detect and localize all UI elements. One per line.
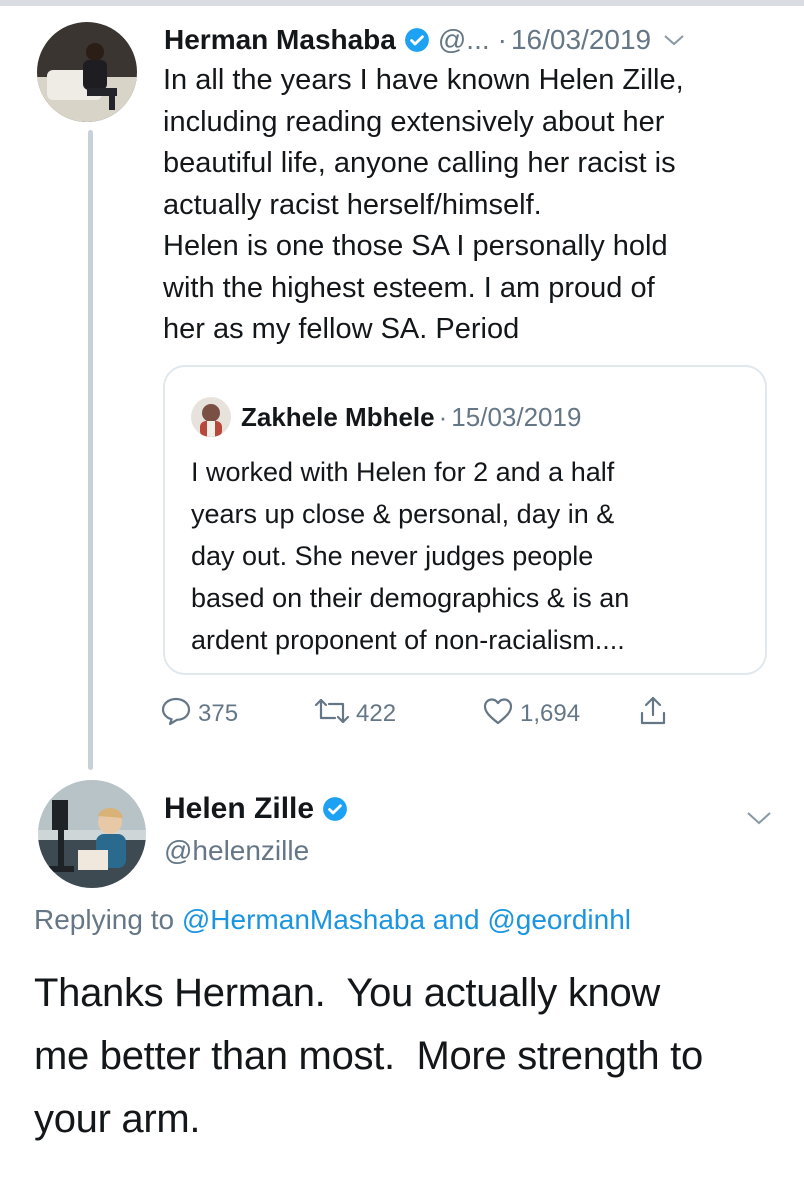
share-button[interactable] [638, 694, 674, 734]
tweet-text-line: In all the years I have known Helen Zill… [163, 64, 684, 96]
like-count: 1,694 [520, 700, 581, 727]
tweet-text-line: with the highest esteem. I am proud of [163, 271, 655, 304]
quoted-text-line: day out. She never judges people [191, 541, 594, 571]
retweet-button[interactable]: 422 [314, 694, 396, 734]
reply-author-handle[interactable]: @helenzille [164, 835, 309, 867]
reply-button[interactable]: 375 [160, 694, 238, 734]
reply-author-name[interactable]: Helen Zille [164, 792, 314, 826]
separator-dot: · [497, 24, 507, 55]
chevron-down-icon[interactable] [663, 33, 685, 47]
author-name[interactable]: Herman Mashaba [164, 24, 396, 56]
retweet-count: 422 [356, 700, 397, 727]
tweet-text-line: Helen is one those SA I personally hold [163, 230, 668, 262]
quoted-author-name: Zakhele Mbhele [241, 401, 435, 432]
quoted-text-line: ardent proponent of non-racialism.... [191, 625, 625, 655]
tweet-text-line: actually racist herself/himself. [163, 188, 542, 221]
tweet-text: In all the years I have known Helen Zill… [163, 60, 783, 351]
quoted-tweet-header: Zakhele Mbhele · 15/03/2019 [191, 397, 581, 437]
tweet-header: Herman Mashaba @... · 16/03/2019 [164, 20, 784, 60]
tweet-date[interactable]: 16/03/2019 [511, 24, 651, 56]
avatar-zakhele-mbhele [191, 397, 231, 437]
avatar-helen-zille[interactable] [38, 780, 146, 888]
reply-count: 375 [198, 700, 239, 727]
quoted-text-line: based on their demographics & is an [191, 583, 630, 613]
separator-dot: · [438, 401, 448, 432]
quoted-tweet-date: 15/03/2019 [451, 401, 582, 432]
top-edge [0, 0, 804, 6]
reply-text-line: me better than most. More strength to [34, 1034, 703, 1078]
reply-icon [160, 696, 198, 733]
quoted-text-line: I worked with Helen for 2 and a half [191, 457, 615, 487]
replying-to: Replying to @HermanMashaba and @geordinh… [34, 904, 631, 936]
replying-user-link[interactable]: @geordinhl [487, 904, 631, 935]
reply-text-line: your arm. [34, 1097, 201, 1141]
author-handle[interactable]: @... [438, 24, 490, 56]
quoted-text-line: years up close & personal, day in & [191, 499, 615, 529]
thread-connector-line [88, 130, 93, 770]
quoted-tweet-text: I worked with Helen for 2 and a half yea… [191, 451, 751, 661]
like-button[interactable]: 1,694 [482, 694, 580, 734]
chevron-down-icon[interactable] [746, 810, 772, 826]
verified-badge-icon [322, 796, 348, 822]
tweet-actions: 375 422 1,694 [160, 694, 700, 734]
reply-header: Helen Zille [164, 792, 348, 826]
heart-icon [482, 696, 520, 733]
replying-and: and [432, 904, 480, 935]
tweet-text-line: including reading extensively about her [163, 105, 665, 138]
share-icon [638, 695, 674, 734]
avatar-herman-mashaba[interactable] [37, 22, 137, 122]
reply-text-line: Thanks Herman. You actually know [34, 971, 660, 1015]
replying-prefix: Replying to [34, 904, 175, 935]
retweet-icon [314, 696, 356, 733]
quoted-tweet-card[interactable]: Zakhele Mbhele · 15/03/2019 I worked wit… [163, 365, 767, 675]
tweet-text-line: beautiful life, anyone calling her racis… [163, 147, 676, 179]
verified-badge-icon [404, 27, 430, 53]
tweet-text-line: her as my fellow SA. Period [163, 313, 520, 345]
replying-user-link[interactable]: @HermanMashaba [182, 904, 425, 935]
reply-text: Thanks Herman. You actually know me bett… [34, 962, 784, 1151]
